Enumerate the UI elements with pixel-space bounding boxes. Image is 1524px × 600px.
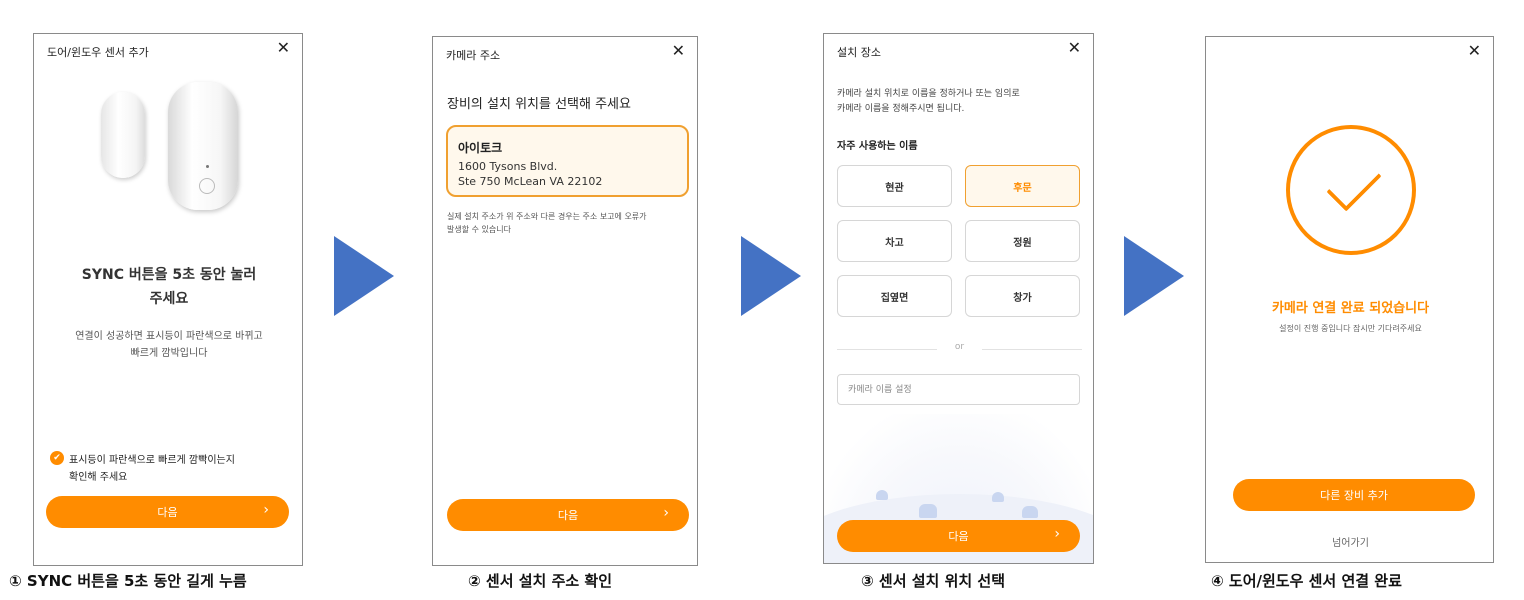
close-icon[interactable]: ✕ (1468, 43, 1481, 59)
checkbox-label-line2: 확인해 주세요 (69, 472, 128, 483)
tree-illustration (876, 490, 888, 500)
next-button-label: 다음 (157, 506, 178, 519)
address-note-line2: 발생할 수 있습니다 (447, 225, 511, 234)
panel-title: 설치 장소 (837, 46, 881, 59)
description-line1: 카메라 설치 위치로 이름을 정하거나 또는 임의로 (837, 89, 1020, 99)
play-arrow-icon (1124, 236, 1184, 316)
sensor-sync-button-image (199, 178, 215, 194)
bush-illustration (919, 504, 937, 518)
panel-connection-complete: ✕ 카메라 연결 완료 되었습니다 설정이 진행 중입니다 잠시만 기다려주세요… (1205, 36, 1494, 563)
address-note-line1: 실제 설치 주소가 위 주소와 다른 경우는 주소 보고에 오류가 (447, 212, 647, 221)
checkbox-label-line1: 표시등이 파란색으로 빠르게 깜빡이는지 (69, 455, 235, 466)
success-heading: 카메라 연결 완료 되었습니다 (1271, 301, 1430, 316)
page-heading: 장비의 설치 위치를 선택해 주세요 (447, 97, 631, 112)
bush-illustration (1022, 506, 1038, 518)
description: 카메라 설치 위치로 이름을 정하거나 또는 임의로 카메라 이름을 정해주시면… (837, 87, 1082, 117)
sensor-led (206, 165, 209, 168)
next-button-label: 다음 (948, 530, 969, 543)
add-device-button[interactable]: 다른 장비 추가 (1233, 479, 1475, 511)
section-title: 자주 사용하는 이름 (837, 141, 918, 152)
step-caption-2: ② 센서 설치 주소 확인 (468, 572, 612, 590)
tree-illustration (992, 492, 1004, 502)
check-circle-icon[interactable]: ✔ (50, 451, 64, 465)
next-button[interactable]: 다음 › (837, 520, 1080, 552)
panel-install-location: 설치 장소 ✕ 카메라 설치 위치로 이름을 정하거나 또는 임의로 카메라 이… (823, 33, 1094, 564)
name-option-entrance[interactable]: 현관 (837, 165, 952, 207)
close-icon[interactable]: ✕ (1068, 40, 1081, 56)
name-option-garage[interactable]: 차고 (837, 220, 952, 262)
camera-name-input[interactable] (837, 374, 1080, 405)
address-line2: Ste 750 McLean VA 22102 (458, 175, 603, 188)
address-name: 아이토크 (458, 141, 503, 155)
sensor-magnet-image (101, 92, 145, 178)
checkbox-label[interactable]: 표시등이 파란색으로 빠르게 깜빡이는지 확인해 주세요 (69, 452, 289, 486)
name-option-window[interactable]: 창가 (965, 275, 1080, 317)
step-caption-1: ① SYNC 버튼을 5초 동안 길게 누름 (9, 572, 247, 590)
chevron-right-icon: › (663, 505, 669, 521)
play-arrow-icon (741, 236, 801, 316)
next-button[interactable]: 다음 › (46, 496, 289, 528)
play-arrow-icon (334, 236, 394, 316)
add-device-label: 다른 장비 추가 (1320, 489, 1388, 502)
address-note: 실제 설치 주소가 위 주소와 다른 경우는 주소 보고에 오류가 발생할 수 … (447, 210, 692, 236)
chevron-right-icon: › (1054, 526, 1060, 542)
success-subtext: 설정이 진행 중입니다 잠시만 기다려주세요 (1279, 324, 1422, 333)
desc-line2: 빠르게 깜박입니다 (130, 348, 208, 359)
step-caption-4: ④ 도어/윈도우 센서 연결 완료 (1211, 572, 1402, 590)
close-icon[interactable]: ✕ (672, 43, 685, 59)
address-line1: 1600 Tysons Blvd. (458, 160, 558, 173)
panel-sync-button: 도어/윈도우 센서 추가 ✕ SYNC 버튼을 5초 동안 눌러 주세요 연결이… (33, 33, 303, 566)
close-icon[interactable]: ✕ (277, 40, 290, 56)
name-option-side[interactable]: 집옆면 (837, 275, 952, 317)
panel-title: 도어/윈도우 센서 추가 (47, 46, 149, 59)
step-caption-3: ③ 센서 설치 위치 선택 (861, 572, 1005, 590)
desc-line1: 연결이 성공하면 표시등이 파란색으로 바뀌고 (75, 331, 263, 342)
next-button-label: 다음 (557, 509, 579, 522)
name-option-backdoor[interactable]: 후문 (965, 165, 1080, 207)
chevron-right-icon: › (263, 502, 269, 518)
panel-camera-address: 카메라 주소 ✕ 장비의 설치 위치를 선택해 주세요 아이토크 1600 Ty… (432, 36, 698, 566)
skip-link[interactable]: 넘어가기 (1206, 534, 1493, 549)
heading-line2: 주세요 (149, 291, 189, 307)
or-label: or (954, 342, 965, 352)
next-button[interactable]: 다음 › (447, 499, 689, 531)
name-option-garden[interactable]: 정원 (965, 220, 1080, 262)
panel-title: 카메라 주소 (446, 49, 501, 62)
description-line2: 카메라 이름을 정해주시면 됩니다. (837, 104, 965, 114)
heading-line1: SYNC 버튼을 5초 동안 눌러 (81, 267, 257, 283)
or-divider: or (837, 342, 1082, 356)
address-card[interactable]: 아이토크 1600 Tysons Blvd. Ste 750 McLean VA… (446, 125, 689, 197)
